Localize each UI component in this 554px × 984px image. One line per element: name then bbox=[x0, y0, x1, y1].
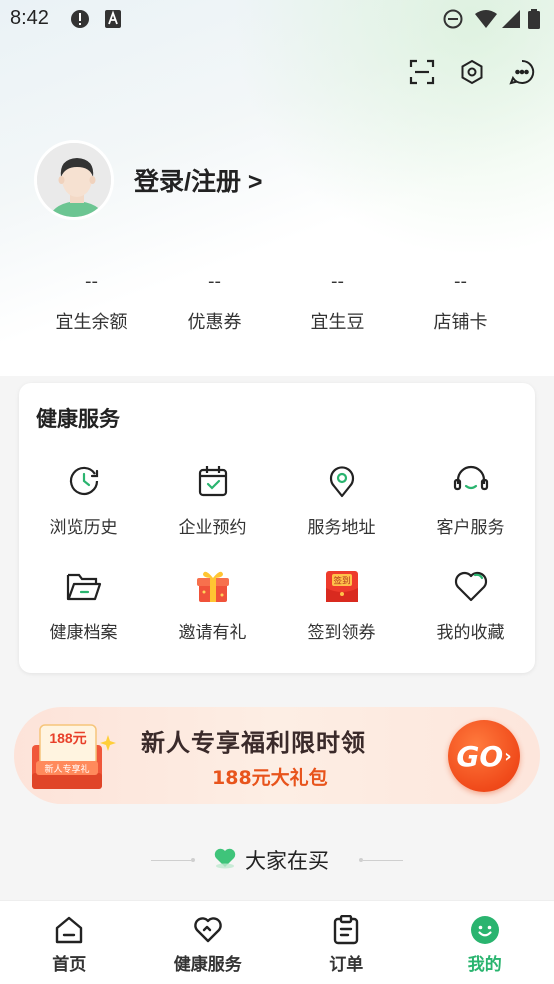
message-icon[interactable] bbox=[508, 58, 536, 86]
svg-text:188元: 188元 bbox=[49, 730, 86, 746]
tab-home[interactable]: 首页 bbox=[0, 901, 139, 984]
stat-label: 优惠券 bbox=[187, 312, 242, 333]
tab-orders[interactable]: 订单 bbox=[277, 901, 416, 984]
wifi-icon bbox=[475, 9, 497, 33]
service-label: 签到领券 bbox=[307, 623, 376, 643]
service-label: 邀请有礼 bbox=[178, 623, 247, 643]
stat-label: 宜生豆 bbox=[310, 312, 365, 333]
do-not-disturb-icon bbox=[443, 9, 463, 33]
go-button[interactable]: GO › bbox=[448, 720, 520, 792]
divider-line bbox=[151, 859, 191, 861]
stat-value: -- bbox=[331, 271, 344, 292]
stat-beans[interactable]: -- 宜生豆 bbox=[276, 266, 399, 334]
health-services-card: 健康服务 浏览历史 企业预约 服务地址 客户服务 健康档案 邀请有礼 签到 签到… bbox=[19, 383, 535, 673]
tab-health-services[interactable]: 健康服务 bbox=[139, 901, 278, 984]
checkin-envelope-icon: 签到 bbox=[324, 568, 360, 604]
headset-icon bbox=[453, 463, 489, 499]
service-label: 企业预约 bbox=[178, 518, 247, 538]
heart-icon bbox=[453, 568, 489, 604]
service-browse-history[interactable]: 浏览历史 bbox=[19, 463, 148, 543]
signal-icon bbox=[501, 9, 521, 33]
section-title: 大家在买 bbox=[245, 849, 329, 873]
service-checkin-coupon[interactable]: 签到 签到领券 bbox=[277, 568, 406, 648]
divider-line bbox=[363, 859, 403, 861]
login-register-link[interactable]: 登录/注册 > bbox=[134, 162, 263, 198]
tab-label: 健康服务 bbox=[173, 955, 242, 975]
header-actions bbox=[408, 58, 536, 86]
chevron-right-icon: › bbox=[504, 745, 512, 767]
section-everyone-buying: 大家在买 bbox=[0, 840, 554, 880]
stat-value: -- bbox=[208, 271, 221, 292]
smiley-icon bbox=[416, 915, 554, 945]
svg-text:签到: 签到 bbox=[333, 576, 350, 587]
avatar[interactable] bbox=[34, 140, 114, 220]
promo-subtitle: 188元大礼包 bbox=[212, 767, 328, 789]
service-enterprise-booking[interactable]: 企业预约 bbox=[148, 463, 277, 543]
battery-icon bbox=[528, 9, 540, 33]
service-favorites[interactable]: 我的收藏 bbox=[406, 568, 535, 648]
account-stats: -- 宜生余额 -- 优惠券 -- 宜生豆 -- 店铺卡 bbox=[0, 266, 554, 334]
font-a-icon bbox=[104, 9, 122, 33]
stat-balance[interactable]: -- 宜生余额 bbox=[30, 266, 153, 334]
promo-title: 新人专享福利限时领 bbox=[141, 729, 366, 757]
bottom-tab-bar: 首页 健康服务 订单 我的 bbox=[0, 900, 554, 984]
location-pin-icon bbox=[324, 463, 360, 499]
tab-label: 我的 bbox=[467, 955, 502, 975]
service-label: 客户服务 bbox=[436, 518, 505, 538]
new-user-promo-banner[interactable]: 188元 新人专享礼 新人专享福利限时领 188元大礼包 GO › bbox=[14, 707, 540, 804]
service-label: 浏览历史 bbox=[49, 518, 118, 538]
service-customer-support[interactable]: 客户服务 bbox=[406, 463, 535, 543]
calendar-check-icon bbox=[195, 463, 231, 499]
stat-label: 宜生余额 bbox=[55, 312, 128, 333]
divider-dot bbox=[191, 858, 195, 862]
heart-outline-icon bbox=[139, 915, 278, 945]
stat-value: -- bbox=[454, 271, 467, 292]
scan-icon[interactable] bbox=[408, 58, 436, 86]
folder-icon bbox=[66, 568, 102, 604]
service-label: 服务地址 bbox=[307, 518, 376, 538]
service-label: 健康档案 bbox=[49, 623, 118, 643]
stat-label: 店铺卡 bbox=[433, 312, 488, 333]
service-health-records[interactable]: 健康档案 bbox=[19, 568, 148, 648]
service-label: 我的收藏 bbox=[436, 623, 505, 643]
stat-store-card[interactable]: -- 店铺卡 bbox=[399, 266, 522, 334]
go-button-label: GO bbox=[456, 739, 504, 773]
service-address[interactable]: 服务地址 bbox=[277, 463, 406, 543]
card-title: 健康服务 bbox=[36, 407, 120, 431]
tab-mine[interactable]: 我的 bbox=[416, 901, 554, 984]
svg-text:新人专享礼: 新人专享礼 bbox=[44, 763, 89, 775]
alert-icon bbox=[70, 9, 90, 33]
tab-label: 订单 bbox=[329, 955, 364, 975]
tab-label: 首页 bbox=[52, 955, 87, 975]
status-time: 8:42 bbox=[10, 7, 49, 29]
settings-gear-icon[interactable] bbox=[458, 58, 486, 86]
stat-coupons[interactable]: -- 优惠券 bbox=[153, 266, 276, 334]
profile-section: 登录/注册 > bbox=[34, 140, 263, 220]
stat-value: -- bbox=[85, 271, 98, 292]
gift-box-illustration: 188元 新人专享礼 bbox=[32, 724, 116, 789]
home-icon bbox=[0, 915, 139, 945]
clipboard-icon bbox=[277, 915, 416, 945]
service-invite-gift[interactable]: 邀请有礼 bbox=[148, 568, 277, 648]
status-bar: 8:42 bbox=[0, 0, 554, 38]
history-clock-icon bbox=[66, 463, 102, 499]
gift-icon bbox=[195, 568, 231, 604]
green-heart-icon bbox=[213, 847, 237, 873]
